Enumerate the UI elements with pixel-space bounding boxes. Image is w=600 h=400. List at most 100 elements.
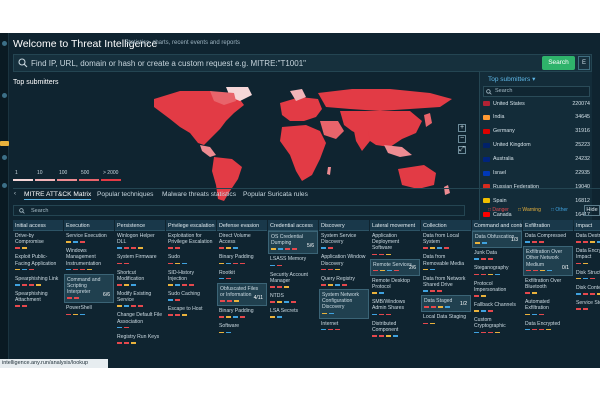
search-extra-button[interactable]: E <box>578 56 590 70</box>
matrix-search-input[interactable]: Search <box>13 205 465 216</box>
technique-cell[interactable]: System Firmware <box>115 252 165 267</box>
technique-cell[interactable]: Data from Local System <box>421 231 471 252</box>
technique-cell[interactable]: Binary Padding <box>217 252 267 267</box>
technique-cell[interactable]: Obfuscated Files or Information 4/11 <box>217 282 267 307</box>
technique-cell[interactable]: Security Account Manager <box>268 270 318 291</box>
nav-dot-icon[interactable] <box>2 93 7 98</box>
technique-cell[interactable]: Drive-by Compromise <box>13 231 63 252</box>
technique-cell[interactable]: Local Data Staging <box>421 312 471 327</box>
technique-cell[interactable]: Data Obfuscation 1/3 <box>472 231 522 249</box>
technique-cell[interactable]: LSASS Memory <box>268 254 318 269</box>
technique-cell[interactable]: Automated Exfiltration <box>523 297 573 318</box>
country-row[interactable]: Germany 31916 <box>483 128 590 138</box>
world-heat-map[interactable] <box>140 85 460 205</box>
technique-cell[interactable]: Registry Run Keys <box>115 332 165 347</box>
technique-cell[interactable]: Junk Data <box>472 248 522 263</box>
technique-cell[interactable]: PowerShell <box>64 303 114 318</box>
technique-cell[interactable]: Internet <box>319 319 369 334</box>
technique-cell[interactable]: Exploit Public-Facing Application <box>13 252 63 273</box>
technique-cell[interactable]: Escape to Host <box>166 304 216 319</box>
technique-cell[interactable]: Data Encrypted <box>523 319 573 334</box>
technique-cell[interactable]: Data Destruction <box>574 231 600 246</box>
technique-cell[interactable]: Sudo Caching <box>166 289 216 304</box>
nav-dot-icon[interactable] <box>2 155 7 160</box>
technique-cell[interactable]: Steganography <box>472 263 522 278</box>
technique-cell[interactable]: Spearphishing Attachment <box>13 289 63 310</box>
technique-cell[interactable]: System Service Discovery <box>319 231 369 252</box>
nav-dot-icon[interactable] <box>2 41 7 46</box>
technique-cell[interactable]: OS Credential Dumping 5/6 <box>268 231 318 255</box>
technique-cell[interactable]: Data from Network Shared Drive <box>421 274 471 295</box>
technique-cell[interactable]: Application Deployment Software <box>370 231 420 259</box>
filter-danger[interactable]: □ Danger <box>488 207 509 213</box>
country-row[interactable]: United Kingdom 25223 <box>483 142 590 152</box>
country-row[interactable]: Israel 22935 <box>483 170 590 180</box>
technique-cell[interactable]: Query Registry <box>319 274 369 289</box>
country-search-input[interactable]: Search <box>483 86 590 97</box>
technique-cell[interactable]: Direct Volume Access <box>217 231 267 252</box>
tab-popular-techniques[interactable]: Popular techniques <box>97 191 153 198</box>
technique-cell[interactable]: Winlogon Helper DLL <box>115 231 165 252</box>
country-row[interactable]: United States 220074 <box>483 100 590 110</box>
technique-label: Remote Desktop Protocol <box>372 277 410 291</box>
top-submitters-dropdown[interactable]: Top submitters ▾ <box>488 75 535 83</box>
search-button[interactable]: Search <box>542 56 575 70</box>
tab-suricata-rules[interactable]: Popular Suricata rules <box>243 191 308 198</box>
technique-cell[interactable]: Service Execution <box>64 231 114 246</box>
technique-cell[interactable]: Protocol Impersonation <box>472 279 522 300</box>
technique-cell[interactable]: System Network Configuration Discovery <box>319 289 369 319</box>
country-row[interactable]: Australia 24232 <box>483 156 590 166</box>
technique-cell[interactable]: Software <box>217 321 267 336</box>
technique-cell[interactable]: Change Default File Association <box>115 310 165 331</box>
technique-cell[interactable]: Disk Content Wipe <box>574 283 600 298</box>
technique-cell[interactable]: Exfiltration Over Bluetooth <box>523 276 573 297</box>
nav-dot-icon[interactable] <box>2 183 7 188</box>
tactic-header: Privilege escalation <box>166 220 216 231</box>
tactic-column: Impact Data Destruction Data Encrypted for… <box>574 220 600 368</box>
technique-cell[interactable]: Remote Services 2/6 <box>370 258 420 276</box>
technique-cell[interactable]: Data Encrypted for Impact <box>574 246 600 267</box>
filter-other[interactable]: □ Other <box>551 207 568 213</box>
technique-cell[interactable]: Modify Existing Service <box>115 289 165 310</box>
technique-cell[interactable]: Sudo <box>166 252 216 267</box>
collapse-icon[interactable]: ‹ <box>14 191 16 197</box>
technique-cell[interactable]: Command and Scripting Interpreter 6/6 <box>64 273 114 304</box>
technique-cell[interactable]: Data Compressed <box>523 231 573 246</box>
technique-cell[interactable]: Data from Removable Media <box>421 252 471 273</box>
technique-cell[interactable]: NTDS <box>268 291 318 306</box>
technique-cell[interactable]: Windows Management Instrumentation <box>64 246 114 274</box>
technique-cell[interactable]: SID-History Injection <box>166 268 216 289</box>
technique-cell[interactable]: Remote Desktop Protocol <box>370 276 420 297</box>
technique-cell[interactable]: Data Staged 1/2 <box>421 295 471 313</box>
technique-cell[interactable]: SMB/Windows Admin Shares <box>370 297 420 318</box>
technique-cell[interactable]: Binary Padding <box>217 306 267 321</box>
technique-cell[interactable]: Rootkit <box>217 268 267 283</box>
technique-cell[interactable]: Exploitation for Privilege Escalation <box>166 231 216 252</box>
country-row[interactable]: India 34645 <box>483 114 590 124</box>
plus-icon[interactable]: + <box>458 124 466 132</box>
technique-cell[interactable]: Service Stop <box>574 298 600 313</box>
severity-indicator <box>321 284 367 286</box>
nav-badge-icon[interactable] <box>0 141 9 146</box>
severity-indicator <box>321 328 367 331</box>
technique-cell[interactable]: Shortcut Modification <box>115 268 165 289</box>
filter-warning[interactable]: □ Warning <box>518 207 541 213</box>
technique-cell[interactable]: Distributed Component <box>370 319 420 340</box>
technique-cell[interactable]: LSA Secrets <box>268 306 318 321</box>
technique-cell[interactable]: Custom Cryptographic <box>472 315 522 336</box>
expand-icon[interactable]: ⤢ <box>458 146 466 154</box>
legend-swatch <box>13 179 33 181</box>
technique-label: Data Encrypted for Impact <box>576 248 600 261</box>
technique-cell[interactable]: Fallback Channels <box>472 300 522 315</box>
technique-label: Exploit Public-Facing Application <box>15 254 57 267</box>
minus-icon[interactable]: − <box>458 135 466 143</box>
tab-mitre-matrix[interactable]: MITRE ATT&CK Matrix <box>24 191 92 200</box>
search-input[interactable] <box>31 57 521 70</box>
technique-cell[interactable]: Spearphishing Link <box>13 274 63 289</box>
hide-button[interactable]: Hide <box>584 205 600 216</box>
tab-malware-statistics[interactable]: Malware threats statistics <box>162 191 236 198</box>
technique-label: Software <box>219 323 240 330</box>
technique-cell[interactable]: Exfiltration Over Other Network Medium 0/… <box>523 246 573 276</box>
technique-cell[interactable]: Disk Structure Wipe <box>574 268 600 283</box>
technique-cell[interactable]: Application Window Discovery <box>319 252 369 273</box>
